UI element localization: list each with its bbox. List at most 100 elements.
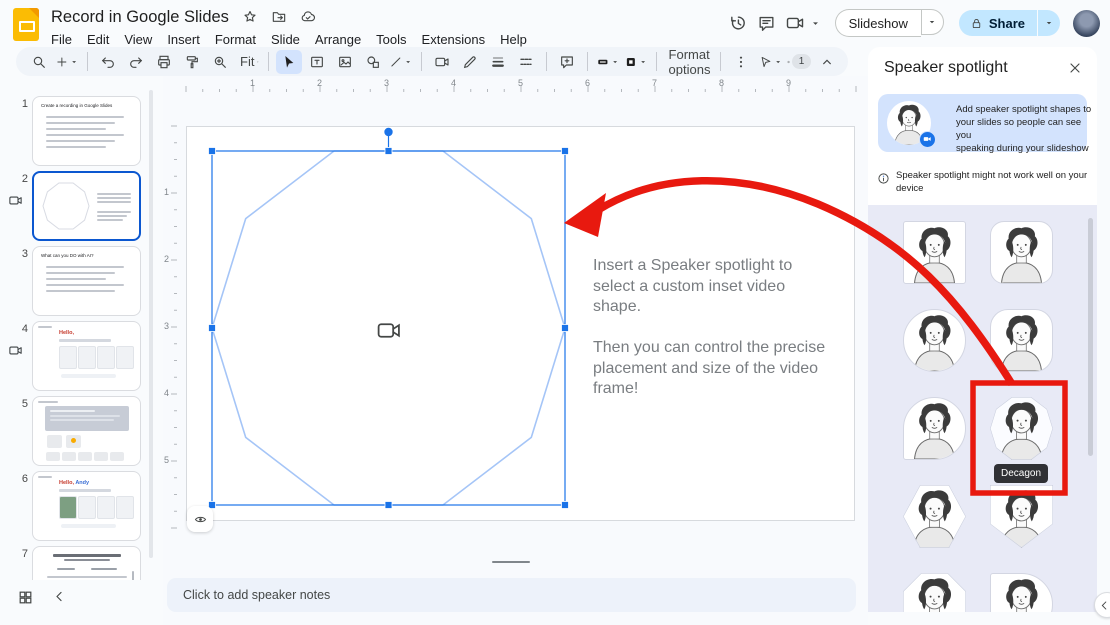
speaker-notes-input[interactable]: Click to add speaker notes	[167, 578, 856, 612]
slide-thumbnail-3[interactable]: What can you DO with AI?	[32, 246, 141, 316]
decoration	[97, 346, 115, 369]
warning-text: Speaker spotlight might not work well on…	[896, 170, 1091, 195]
border-color-button[interactable]	[595, 50, 621, 74]
slideshow-button[interactable]: Slideshow	[835, 9, 921, 37]
format-options-button[interactable]: Format options	[664, 50, 713, 74]
shape-tile-hexagon[interactable]	[903, 485, 966, 548]
shape-tile-leaf[interactable]	[903, 397, 966, 460]
scribble-button[interactable]	[457, 50, 483, 74]
decoration	[46, 266, 124, 268]
shape-tile-squircle[interactable]	[990, 309, 1053, 372]
preview-eye-button[interactable]	[187, 506, 213, 532]
slide-number: 7	[14, 548, 28, 560]
ruler-label: 1	[250, 78, 255, 88]
filmstrip-collapse-icon[interactable]	[52, 589, 67, 604]
decoration	[59, 496, 77, 519]
more-options-button[interactable]	[728, 50, 754, 74]
avatar-illustration	[991, 310, 1052, 371]
slide-thumbnail-1[interactable]: Create a recording in Google Slides	[32, 96, 141, 166]
ruler-label: 5	[518, 78, 523, 88]
slide-thumbnail-2[interactable]	[32, 171, 141, 241]
slide-number: 6	[14, 473, 28, 485]
decoration	[97, 211, 131, 213]
slide-number: 4	[14, 323, 28, 335]
slide-text-block[interactable]: Insert a Speaker spotlight to select a c…	[593, 256, 843, 400]
move-folder-icon[interactable]	[271, 9, 287, 25]
titlebar: Record in Google Slides FileEditViewInse…	[0, 0, 1110, 47]
shape-tile-square[interactable]	[903, 221, 966, 284]
decoration	[59, 489, 111, 492]
slide-number: 1	[14, 98, 28, 110]
shape-tile-pentagon[interactable]	[990, 485, 1053, 548]
meet-camera-icon[interactable]	[785, 13, 805, 33]
insert-shape-button[interactable]	[360, 50, 386, 74]
filmstrip-scrollbar[interactable]	[149, 90, 153, 558]
ruler-label: 2	[164, 254, 169, 264]
fit-select[interactable]: Fit	[235, 50, 261, 74]
redo-button[interactable]	[123, 50, 149, 74]
comments-icon[interactable]	[757, 14, 776, 33]
slide-number: 5	[14, 398, 28, 410]
panel-collapse-button[interactable]	[1094, 592, 1110, 618]
thumbnail-content	[33, 397, 140, 465]
share-caret-button[interactable]	[1038, 10, 1060, 36]
new-slide-button[interactable]	[54, 50, 80, 74]
vertical-ruler: 12345	[163, 92, 177, 562]
shape-tile-circle[interactable]	[903, 309, 966, 372]
version-history-icon[interactable]	[728, 13, 748, 33]
account-avatar[interactable]	[1073, 10, 1100, 37]
add-comment-button[interactable]	[554, 50, 580, 74]
document-title[interactable]: Record in Google Slides	[51, 8, 229, 27]
notes-resize-handle[interactable]	[492, 561, 530, 563]
info-icon	[877, 172, 890, 185]
decoration	[132, 571, 134, 580]
spotlight-info-card: Add speaker spotlight shapes to your sli…	[878, 94, 1087, 152]
insert-line-button[interactable]	[388, 50, 414, 74]
insert-image-button[interactable]	[332, 50, 358, 74]
print-button[interactable]	[151, 50, 177, 74]
slide-thumbnail-7[interactable]	[32, 546, 141, 580]
decoration	[50, 410, 95, 412]
laser-pointer-button[interactable]	[758, 50, 784, 74]
line-weight-button[interactable]	[485, 50, 511, 74]
insert-video-button[interactable]	[429, 50, 455, 74]
decoration	[62, 452, 76, 461]
shape-tile-decagon[interactable]	[990, 397, 1053, 460]
text-box-button[interactable]	[304, 50, 330, 74]
decoration	[97, 496, 115, 519]
decoration	[38, 476, 52, 478]
cloud-status-icon[interactable]	[300, 9, 316, 25]
line-dash-button[interactable]	[513, 50, 539, 74]
star-icon[interactable]	[242, 9, 258, 25]
slide-thumbnail-4[interactable]: Hello,	[32, 321, 141, 391]
shape-tile-octagon[interactable]	[903, 573, 966, 612]
slide-thumbnail-5[interactable]	[32, 396, 141, 466]
toolbar-search-button[interactable]	[26, 50, 52, 74]
shape-tile-rounded-square[interactable]	[990, 221, 1053, 284]
decoration	[97, 193, 131, 195]
side-rail	[1100, 0, 1110, 625]
zoom-button[interactable]	[207, 50, 233, 74]
share-button[interactable]: Share	[959, 10, 1037, 36]
close-icon[interactable]	[1067, 60, 1083, 76]
fill-color-button[interactable]	[623, 50, 649, 74]
avatar-illustration	[991, 574, 1052, 612]
undo-button[interactable]	[95, 50, 121, 74]
slide-thumbnail-6[interactable]: Hello, Andy	[32, 471, 141, 541]
meet-caret-icon[interactable]	[809, 17, 822, 30]
ruler-label: 3	[384, 78, 389, 88]
panel-title: Speaker spotlight	[884, 59, 1008, 77]
grid-view-icon[interactable]	[17, 589, 34, 606]
hide-toolbar-button[interactable]	[814, 50, 840, 74]
ruler-label: 6	[585, 78, 590, 88]
panel-scrollbar[interactable]	[1088, 218, 1093, 456]
record-button[interactable]: 1	[786, 50, 812, 74]
paint-format-button[interactable]	[179, 50, 205, 74]
slideshow-caret-button[interactable]	[921, 9, 944, 35]
decoration	[116, 496, 134, 519]
select-tool-button[interactable]	[276, 50, 302, 74]
shape-tile-half-round[interactable]	[990, 573, 1053, 612]
avatar-illustration	[904, 222, 965, 283]
google-slides-logo-icon[interactable]	[13, 8, 39, 41]
decoration	[46, 134, 124, 136]
